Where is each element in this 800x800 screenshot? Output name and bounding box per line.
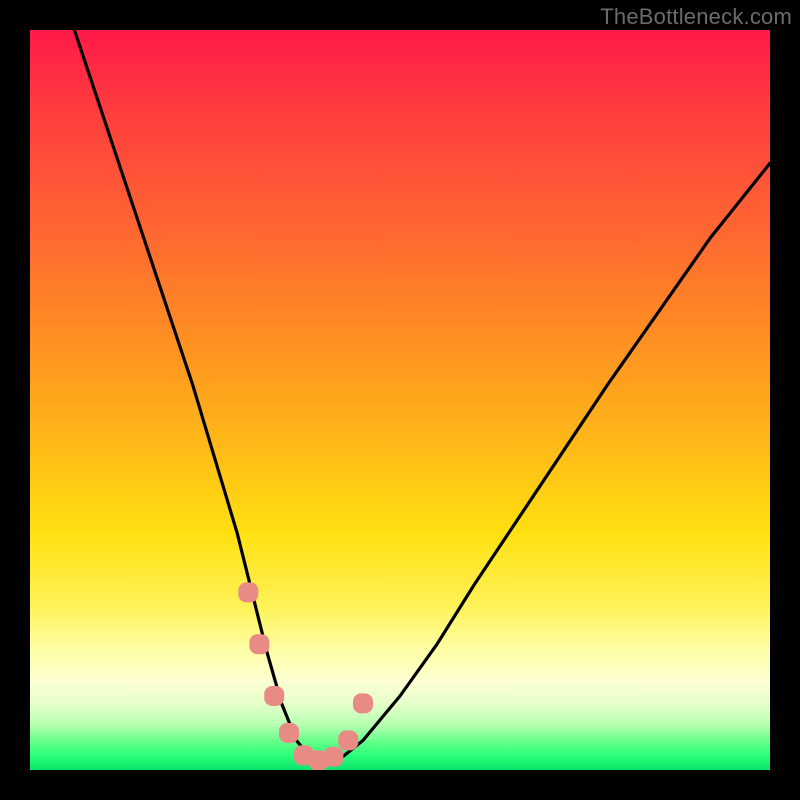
marker-point: [323, 747, 343, 767]
marker-point: [238, 582, 258, 602]
plot-area: [30, 30, 770, 770]
watermark-text: TheBottleneck.com: [600, 4, 792, 30]
marker-point: [279, 723, 299, 743]
marker-point: [249, 634, 269, 654]
chart-svg: [30, 30, 770, 770]
marker-point: [264, 686, 284, 706]
highlight-markers: [238, 582, 373, 770]
bottleneck-curve: [74, 30, 770, 763]
marker-point: [353, 693, 373, 713]
marker-point: [338, 730, 358, 750]
outer-frame: TheBottleneck.com: [0, 0, 800, 800]
